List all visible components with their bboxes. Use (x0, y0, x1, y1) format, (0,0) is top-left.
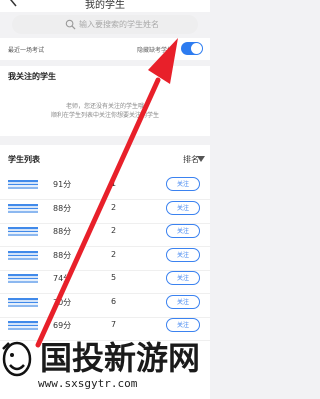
search-icon (65, 19, 76, 30)
sort-down-icon[interactable] (197, 156, 205, 162)
table-row[interactable]: 88分 2 关注 (0, 246, 210, 271)
empty-message-line2: 顺利在学生列表中关注你想要关注的学生 (50, 112, 159, 119)
follow-button[interactable]: 关注 (166, 247, 200, 262)
student-rank: 1 (111, 179, 117, 188)
follow-button[interactable]: 关注 (166, 177, 200, 191)
student-rank: 7 (111, 320, 117, 329)
follow-button[interactable]: 关注 (166, 224, 200, 238)
student-score: 88分 (53, 227, 72, 236)
filter-row: 最近一场考试 隐藏缺考学生 (0, 38, 210, 60)
student-score: 88分 (53, 203, 72, 213)
student-score: 91分 (53, 180, 72, 189)
table-row[interactable]: 88分 2 关注 (0, 222, 210, 247)
follow-button[interactable]: 关注 (166, 271, 200, 285)
table-row[interactable]: 74分 5 关注 (0, 269, 210, 294)
student-rank: 2 (111, 249, 117, 259)
exam-filter-label[interactable]: 最近一场考试 (8, 45, 44, 54)
search-bar[interactable] (12, 15, 198, 34)
student-score: 70分 (53, 297, 72, 307)
title-bar: 我的学生 (0, 0, 210, 12)
follow-button[interactable]: 关注 (166, 318, 200, 332)
table-row[interactable]: 88分 2 关注 (0, 199, 210, 224)
hide-absent-label: 隐藏缺考学生 (137, 47, 174, 54)
watermark-logo-icon (2, 341, 32, 377)
student-rank: 2 (111, 226, 117, 235)
follow-button[interactable]: 关注 (166, 200, 200, 215)
student-name-masked (8, 227, 38, 236)
student-name-masked (8, 274, 38, 283)
student-score: 88分 (53, 250, 72, 260)
student-rank: 5 (111, 273, 117, 282)
watermark-url: www.sxsgytr.com (38, 377, 138, 390)
search-input[interactable] (79, 15, 197, 34)
watermark-name: 国投新游网 (40, 339, 201, 377)
student-rank: 2 (111, 202, 117, 212)
followed-section-title: 我关注的学生 (8, 72, 56, 81)
empty-message-line1: 老师，您还没有关注的学生哦 (65, 103, 144, 110)
student-name-masked (8, 180, 38, 189)
table-row[interactable]: 70分 6 关注 (0, 293, 210, 318)
hide-absent-toggle[interactable] (181, 42, 203, 55)
follow-button[interactable]: 关注 (166, 294, 200, 309)
student-name-masked (8, 321, 38, 330)
watermark: 国投新游网 www.sxsgytr.com (0, 337, 210, 399)
student-name-masked (8, 203, 38, 213)
student-name-masked (8, 297, 38, 307)
student-score: 74分 (53, 274, 72, 283)
student-score: 69分 (53, 321, 72, 330)
student-name-masked (8, 250, 38, 260)
table-row[interactable]: 91分 1 关注 (0, 175, 210, 200)
page-title: 我的学生 (85, 0, 125, 11)
student-list-title: 学生列表 (8, 155, 40, 164)
student-rank: 6 (111, 296, 117, 306)
toggle-knob (191, 43, 202, 54)
